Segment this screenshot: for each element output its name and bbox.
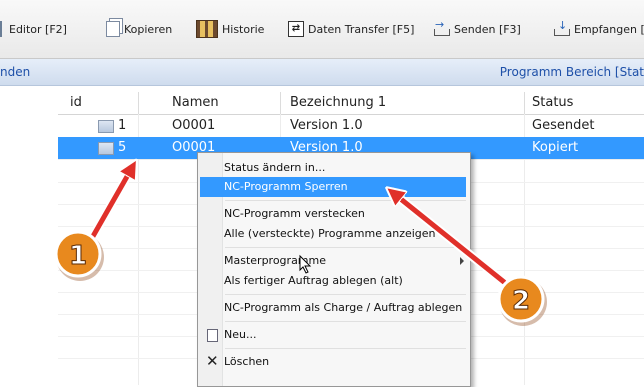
menu-item-label: NC-Programm verstecken	[224, 207, 365, 220]
data-transfer-button[interactable]: ⇄ Daten Transfer [F5]	[288, 18, 414, 40]
column-divider[interactable]	[280, 92, 281, 114]
menu-item-hide-program[interactable]: NC-Programm verstecken	[200, 204, 466, 224]
left-panel	[0, 86, 59, 385]
program-file-icon	[98, 142, 114, 155]
send-label: Senden [F3]	[454, 22, 521, 36]
context-menu: Status ändern in... NC-Programm Sperren …	[197, 152, 471, 387]
menu-item-lock-program[interactable]: NC-Programm Sperren	[200, 177, 466, 197]
menu-item-label: Status ändern in...	[224, 161, 326, 174]
cell-name: O0001	[172, 118, 216, 133]
history-icon	[196, 20, 218, 38]
column-header-id[interactable]: id	[70, 95, 82, 110]
editor-label: Editor [F2]	[9, 22, 67, 36]
menu-separator	[225, 200, 466, 201]
cell-id: 1	[118, 118, 127, 133]
column-header-status[interactable]: Status	[532, 95, 573, 110]
program-file-icon	[98, 120, 114, 133]
menu-separator	[225, 247, 466, 248]
menu-separator	[225, 348, 466, 349]
receive-icon	[552, 19, 570, 36]
menu-item-label: NC-Programm Sperren	[224, 180, 348, 193]
toolbar: Editor [F2] Kopieren Historie ⇄ Daten Tr…	[0, 0, 644, 59]
menu-separator	[225, 321, 466, 322]
cell-designation: Version 1.0	[290, 118, 363, 133]
menu-item-label: Alle (versteckte) Programme anzeigen	[224, 227, 436, 240]
program-area-label: Programm Bereich [Stat	[499, 65, 644, 79]
receive-label: Empfangen [F	[574, 22, 644, 36]
column-header-designation[interactable]: Bezeichnung 1	[290, 95, 386, 110]
menu-item-file-as-batch[interactable]: NC-Programm als Charge / Auftrag ablegen	[200, 298, 466, 318]
delete-x-icon: ✕	[206, 352, 219, 370]
column-divider[interactable]	[138, 92, 139, 114]
editor-icon	[0, 21, 5, 37]
send-icon	[432, 18, 450, 36]
data-transfer-label: Daten Transfer [F5]	[308, 22, 415, 36]
history-button[interactable]: Historie	[196, 18, 264, 40]
menu-item-label: Löschen	[224, 355, 270, 368]
menu-item-new[interactable]: Neu...	[200, 325, 466, 345]
menu-item-master-programs[interactable]: Masterprogramme	[200, 251, 466, 271]
new-document-icon	[207, 329, 218, 342]
cell-status: Gesendet	[532, 118, 595, 133]
column-divider[interactable]	[524, 92, 525, 114]
info-strip: nden Programm Bereich [Stat	[0, 59, 644, 86]
menu-item-label: NC-Programm als Charge / Auftrag ablegen	[224, 301, 463, 314]
menu-item-show-all-programs[interactable]: Alle (versteckte) Programme anzeigen	[200, 224, 466, 244]
cell-id: 5	[118, 140, 127, 155]
menu-item-file-finished-order[interactable]: Als fertiger Auftrag ablegen (alt)	[200, 271, 466, 291]
transfer-icon: ⇄	[288, 21, 304, 37]
editor-button[interactable]: Editor [F2]	[0, 18, 67, 40]
menu-item-label: Neu...	[224, 328, 257, 341]
receive-button[interactable]: Empfangen [F	[552, 18, 644, 40]
menu-item-change-status[interactable]: Status ändern in...	[200, 158, 466, 178]
column-header-name[interactable]: Namen	[172, 95, 219, 110]
menu-item-label: Als fertiger Auftrag ablegen (alt)	[224, 274, 403, 287]
table-row[interactable]: 1 O0001 Version 1.0 Gesendet	[58, 115, 644, 138]
send-button[interactable]: Senden [F3]	[432, 18, 521, 40]
copy-label: Kopieren	[124, 22, 173, 36]
copy-icon	[106, 21, 120, 37]
table-header: id Namen Bezeichnung 1 Status	[58, 92, 644, 115]
cell-status: Kopiert	[532, 140, 579, 155]
copy-button[interactable]: Kopieren	[106, 18, 172, 40]
menu-item-delete[interactable]: ✕ Löschen	[200, 352, 466, 372]
strip-left-link[interactable]: nden	[0, 65, 30, 79]
submenu-arrow-icon	[460, 257, 464, 265]
menu-separator	[225, 294, 466, 295]
menu-item-label: Masterprogramme	[224, 254, 327, 267]
history-label: Historie	[222, 22, 265, 36]
